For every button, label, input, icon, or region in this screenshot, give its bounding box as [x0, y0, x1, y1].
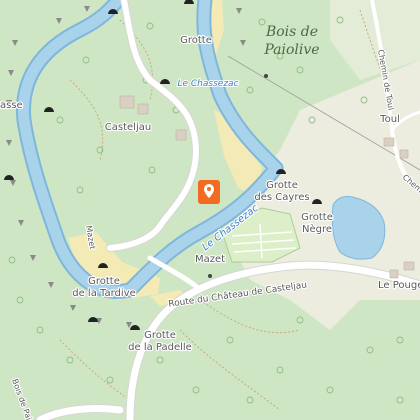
cave-icon [184, 0, 194, 4]
cave-label: Grotte [301, 212, 333, 223]
cave-label: Nègre [302, 223, 332, 235]
cave-label: Grotte [180, 35, 212, 46]
river-label: Le Chassezac [177, 79, 238, 89]
place-label: Le Pouge [378, 280, 420, 291]
place-label: Toul [379, 114, 400, 125]
cave-label: de la Tardive [72, 288, 135, 299]
forest-name: Paiolive [263, 42, 319, 58]
place-label: Casteljau [105, 122, 151, 133]
forest-name: Bois de [265, 24, 318, 40]
cave-label: Grotte [88, 276, 120, 287]
place-label: asse [0, 100, 23, 111]
cave-label: de la Padelle [128, 342, 192, 353]
cave-label: Grotte [266, 180, 298, 191]
map-canvas[interactable]: Bois de Paiolive Le Chassezac Le Chassez… [0, 0, 420, 420]
cave-label: des Cayres [254, 192, 309, 203]
cave-label: Grotte [144, 330, 176, 341]
location-marker[interactable] [198, 180, 220, 204]
map-view[interactable]: Bois de Paiolive Le Chassezac Le Chassez… [0, 0, 420, 420]
place-label: Mazet [195, 254, 225, 265]
